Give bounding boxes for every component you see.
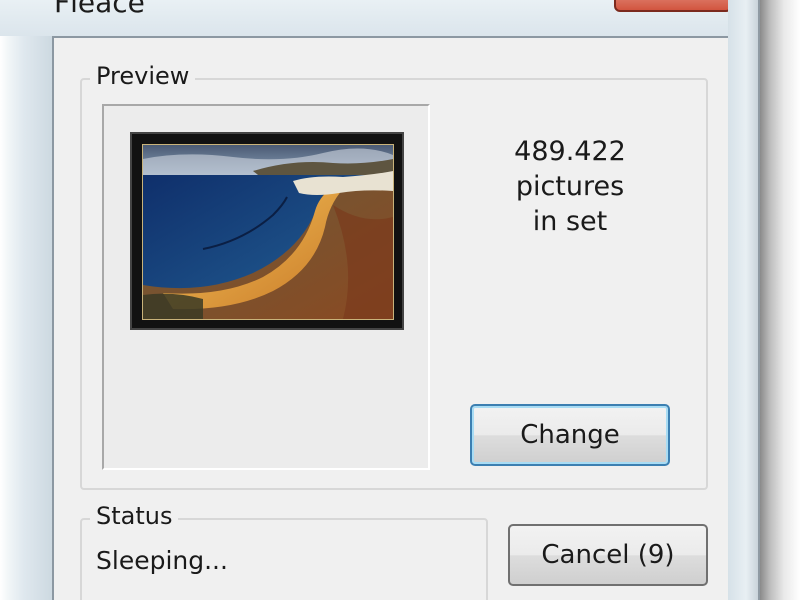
title-bar[interactable]: Fleace: [0, 0, 760, 36]
preview-image: [142, 144, 394, 320]
close-button[interactable]: [614, 0, 732, 12]
window-shadow: [760, 0, 800, 600]
change-button[interactable]: Change: [470, 404, 670, 466]
window-frame-left: [0, 0, 52, 600]
window-frame-right: [728, 0, 760, 600]
beach-landscape-thumbnail: [143, 145, 393, 319]
cancel-button[interactable]: Cancel (9): [508, 524, 708, 586]
picture-count: 489.422 pictures in set: [470, 134, 670, 239]
status-group-label: Status: [90, 502, 179, 530]
picture-count-suffix: in set: [532, 206, 608, 237]
dialog-window: Fleace Preview 489.422 pictures in set C…: [0, 0, 800, 600]
window-title: Fleace: [54, 0, 145, 19]
preview-image-frame: [130, 132, 404, 330]
status-text: Sleeping...: [96, 546, 228, 575]
picture-count-unit: pictures: [515, 171, 625, 202]
preview-group-label: Preview: [90, 62, 196, 90]
picture-count-value: 489.422: [514, 136, 626, 167]
